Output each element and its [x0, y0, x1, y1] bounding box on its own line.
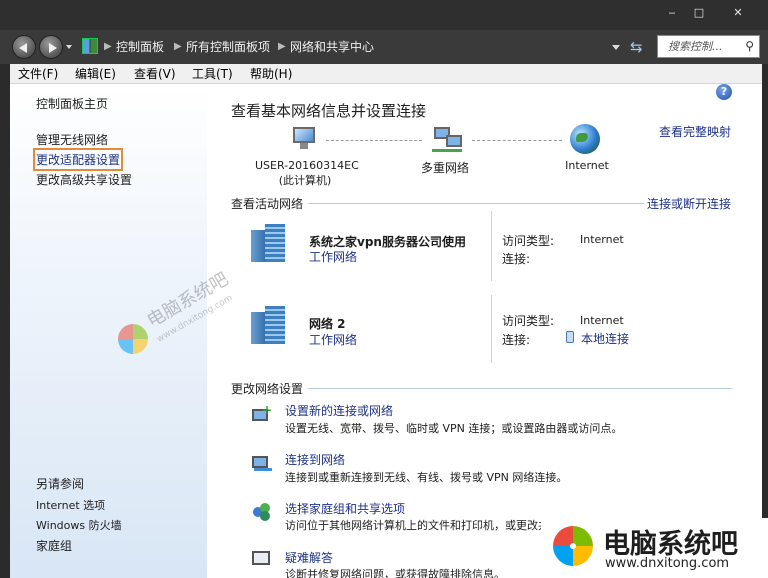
computer-name: USER-20160314EC	[255, 159, 359, 172]
brand-logo-icon	[553, 526, 593, 566]
sidebar-item-homegroup[interactable]: 家庭组	[36, 537, 72, 554]
access-type-value: Internet	[580, 233, 624, 246]
task-homegroup-link[interactable]: 选择家庭组和共享选项	[285, 500, 405, 517]
homegroup-icon	[250, 501, 274, 523]
address-dropdown-icon[interactable]	[612, 45, 620, 50]
multiple-networks-icon	[432, 127, 464, 153]
breadcrumb-all-items[interactable]: 所有控制面板项	[186, 30, 270, 64]
menu-edit[interactable]: 编辑(E)	[75, 64, 116, 84]
connect-network-icon	[250, 452, 274, 474]
computer-subtitle: (此计算机)	[278, 174, 332, 187]
search-input[interactable]: 搜索控制... ⚲	[657, 35, 760, 58]
sidebar-item-wireless[interactable]: 管理无线网络	[36, 131, 108, 148]
sidebar: 控制面板主页 管理无线网络 更改适配器设置 更改高级共享设置 另请参阅 Inte…	[10, 84, 207, 578]
site-brand: 电脑系统吧 www.dnxitong.com	[541, 518, 768, 578]
full-map-link[interactable]: 查看完整映射	[659, 123, 731, 140]
breadcrumb-control-panel[interactable]: 控制面板	[116, 30, 164, 64]
access-type-value: Internet	[580, 314, 624, 327]
menu-bar: 文件(F) 编辑(E) 查看(V) 工具(T) 帮助(H)	[10, 64, 762, 84]
internet-label: Internet	[565, 159, 609, 172]
network-building-icon	[251, 306, 287, 344]
title-bar: ‒ □ ✕	[0, 0, 768, 30]
troubleshoot-icon	[250, 549, 274, 571]
network-divider	[491, 211, 492, 281]
network-type-link[interactable]: 工作网络	[309, 248, 357, 265]
access-type-label: 访问类型:	[502, 234, 555, 248]
help-icon[interactable]: ?	[716, 84, 732, 100]
map-connector	[326, 140, 422, 141]
sidebar-item-adapter-settings[interactable]: 更改适配器设置	[32, 148, 124, 171]
local-connection-icon	[566, 331, 574, 343]
breadcrumb-network-center[interactable]: 网络和共享中心	[290, 30, 374, 64]
maximize-button[interactable]: □	[687, 4, 711, 22]
breadcrumb-separator-icon[interactable]: ▶	[174, 30, 182, 64]
task-description: 设置无线、宽带、拨号、临时或 VPN 连接；或设置路由器或访问点。	[285, 422, 623, 435]
menu-tools[interactable]: 工具(T)	[192, 64, 233, 84]
new-connection-icon: +	[250, 403, 274, 425]
minimize-button[interactable]: ‒	[660, 4, 684, 22]
refresh-icon[interactable]: ⇆	[630, 38, 648, 56]
breadcrumb-separator-icon[interactable]: ▶	[278, 30, 286, 64]
search-icon[interactable]: ⚲	[745, 36, 754, 57]
network-type-link[interactable]: 工作网络	[309, 331, 357, 348]
task-description: 连接到或重新连接到无线、有线、拨号或 VPN 网络连接。	[285, 471, 568, 484]
sidebar-item-advanced-sharing[interactable]: 更改高级共享设置	[36, 171, 132, 188]
task-new-connection-link[interactable]: 设置新的连接或网络	[285, 402, 393, 419]
sidebar-item-internet-options[interactable]: Internet 选项	[36, 497, 105, 513]
network-building-icon	[251, 224, 287, 262]
computer-icon	[289, 127, 319, 151]
breadcrumb-separator-icon[interactable]: ▶	[104, 30, 112, 64]
history-dropdown-icon[interactable]	[66, 45, 72, 49]
sidebar-item-firewall[interactable]: Windows 防火墙	[36, 517, 122, 533]
map-connector	[472, 140, 562, 141]
active-networks-header: 查看活动网络	[231, 197, 304, 211]
internet-globe-icon	[570, 124, 600, 154]
task-connect-network-link[interactable]: 连接到网络	[285, 451, 345, 468]
menu-view[interactable]: 查看(V)	[134, 64, 176, 84]
section-divider	[308, 388, 732, 389]
multiple-networks-label: 多重网络	[420, 161, 469, 175]
access-type-label: 访问类型:	[502, 314, 555, 328]
task-troubleshoot-link[interactable]: 疑难解答	[285, 549, 333, 566]
network-divider	[491, 295, 492, 363]
task-description: 诊断并修复网络问题，或获得故障排除信息。	[285, 568, 505, 578]
control-panel-icon	[82, 38, 98, 54]
back-button[interactable]	[12, 35, 36, 59]
menu-help[interactable]: 帮助(H)	[250, 64, 292, 84]
connection-label: 连接:	[502, 252, 531, 266]
change-settings-header: 更改网络设置	[231, 382, 304, 396]
local-connection-link[interactable]: 本地连接	[581, 330, 629, 347]
network-name: 网络 2	[309, 317, 346, 331]
menu-file[interactable]: 文件(F)	[18, 64, 58, 84]
see-also-title: 另请参阅	[36, 477, 85, 491]
connection-label: 连接:	[502, 333, 531, 347]
address-bar: ▶ 控制面板 ▶ 所有控制面板项 ▶ 网络和共享中心 ⇆ 搜索控制... ⚲	[0, 30, 768, 64]
page-title: 查看基本网络信息并设置连接	[231, 102, 427, 120]
connect-disconnect-link[interactable]: 连接或断开连接	[647, 195, 731, 212]
brand-url: www.dnxitong.com	[605, 556, 730, 571]
sidebar-home[interactable]: 控制面板主页	[36, 95, 108, 112]
forward-button[interactable]	[39, 35, 63, 59]
section-divider	[308, 203, 644, 204]
search-placeholder: 搜索控制...	[668, 40, 723, 53]
close-button[interactable]: ✕	[726, 4, 750, 22]
